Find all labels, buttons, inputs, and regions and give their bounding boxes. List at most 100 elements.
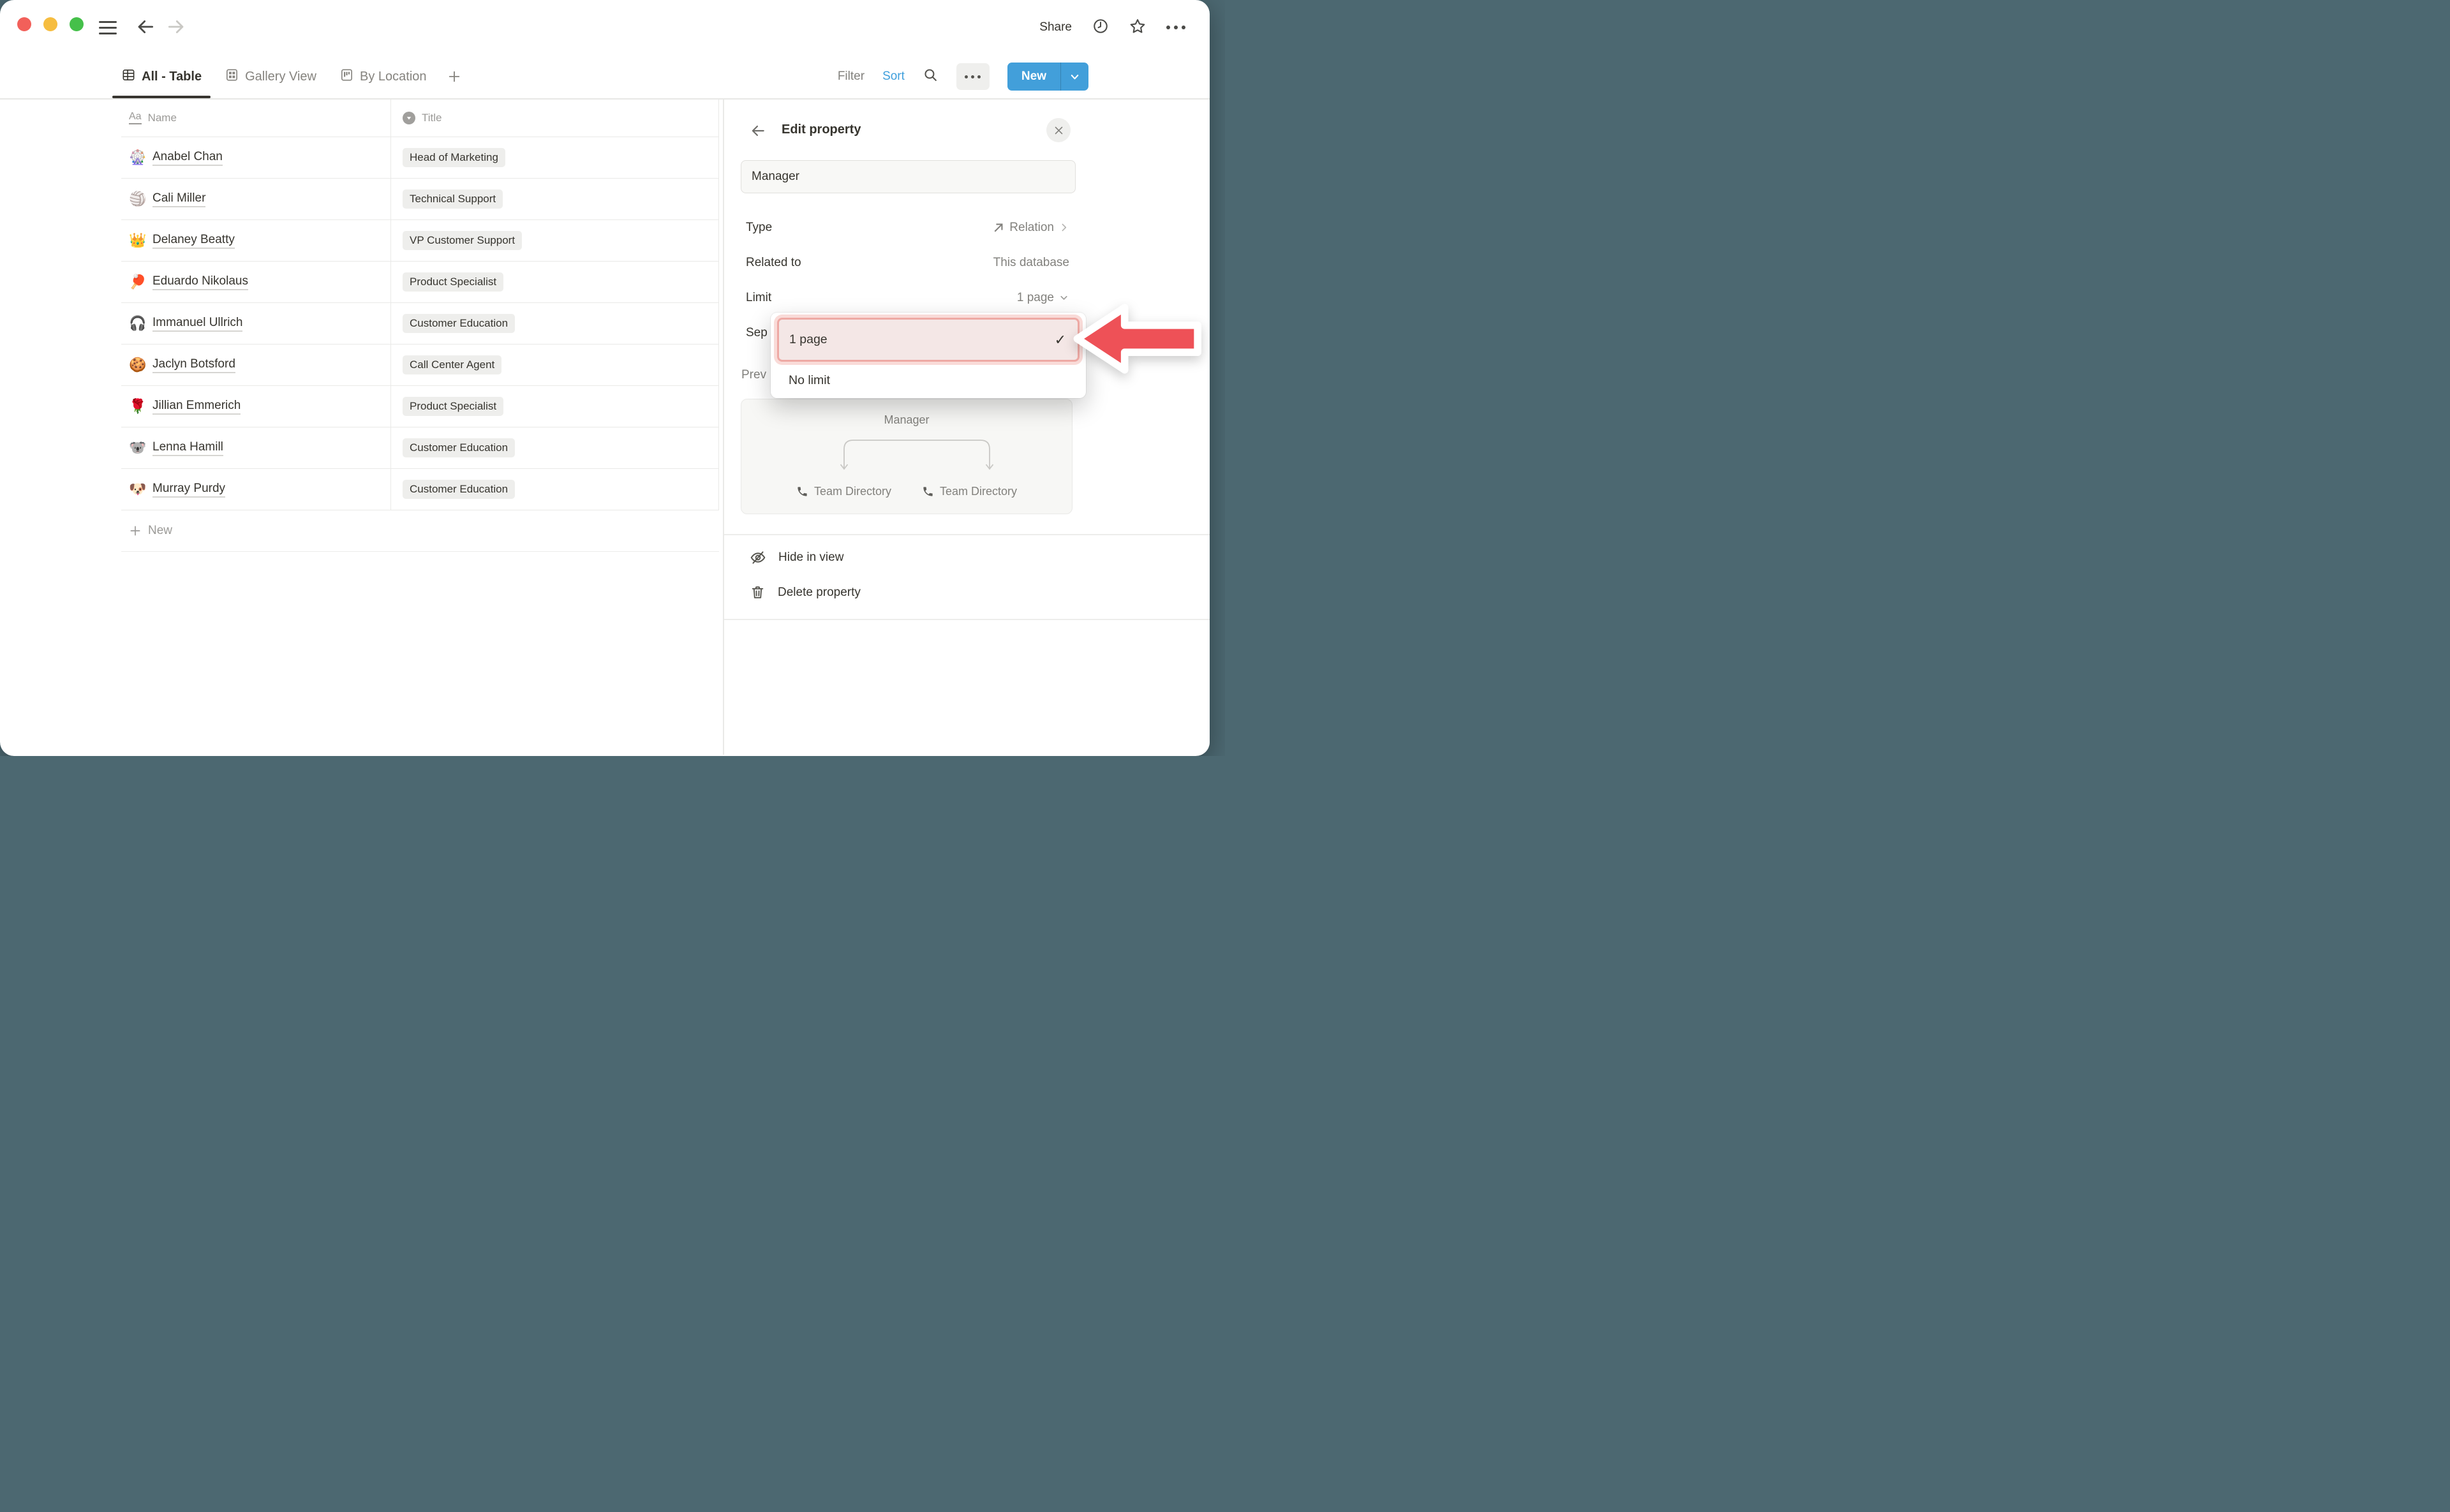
new-button-label[interactable]: New [1007, 63, 1060, 91]
title-cell[interactable]: Call Center Agent [390, 345, 719, 385]
hide-in-view-button[interactable]: Hide in view [750, 540, 1081, 575]
title-cell[interactable]: Head of Marketing [390, 137, 719, 178]
title-cell[interactable]: Technical Support [390, 179, 719, 219]
person-name[interactable]: Jillian Emmerich [152, 399, 241, 415]
board-view-icon [339, 68, 354, 86]
row-emoji: 🍪 [129, 357, 145, 373]
sort-button[interactable]: Sort [882, 70, 905, 84]
property-name-input[interactable] [741, 160, 1076, 193]
tab-by-location[interactable]: By Location [330, 55, 436, 98]
name-cell[interactable]: 🎧 Immanuel Ullrich [121, 303, 390, 344]
table-view-icon [121, 68, 136, 86]
person-name[interactable]: Lenna Hamill [152, 440, 223, 456]
property-type-row[interactable]: Type Relation [746, 210, 1069, 245]
table-row: 👑Delaney Beatty VP Customer Support [121, 220, 719, 262]
person-name[interactable]: Cali Miller [152, 191, 205, 207]
relation-arrow-icon [992, 221, 1005, 234]
panel-close-icon[interactable] [1046, 118, 1071, 142]
name-cell[interactable]: 👑Delaney Beatty [121, 220, 390, 261]
minimize-window-button[interactable] [43, 17, 57, 31]
filter-button[interactable]: Filter [838, 70, 865, 84]
title-cell[interactable]: Product Specialist [390, 262, 719, 302]
panel-divider [724, 534, 1210, 535]
panel-title: Edit property [782, 122, 861, 137]
row-emoji: 🎧 [129, 315, 145, 332]
sidebar-menu-icon[interactable] [99, 19, 117, 36]
share-button[interactable]: Share [1039, 20, 1072, 34]
name-cell[interactable]: 🌹 Jillian Emmerich [121, 386, 390, 427]
title-cell[interactable]: Customer Education [390, 469, 719, 510]
preview-parent-label: Manager [741, 413, 1072, 427]
row-label: Limit [746, 291, 771, 305]
title-badge: Customer Education [403, 314, 515, 333]
view-options-icon[interactable] [956, 63, 990, 90]
title-cell[interactable]: Product Specialist [390, 386, 719, 427]
title-cell[interactable]: Customer Education [390, 303, 719, 344]
title-cell[interactable]: VP Customer Support [390, 220, 719, 261]
name-cell[interactable]: 🐨 Lenna Hamill [121, 427, 390, 468]
add-view-icon[interactable] [441, 55, 468, 98]
tab-label: All - Table [142, 70, 202, 84]
name-cell[interactable]: 🐶Murray Purdy [121, 469, 390, 510]
title-badge: Product Specialist [403, 272, 503, 292]
person-name[interactable]: Jaclyn Botsford [152, 357, 235, 373]
more-options-icon[interactable] [1166, 26, 1185, 29]
new-record-button[interactable]: New [1007, 63, 1088, 91]
property-limit-row[interactable]: Limit 1 page [746, 280, 1069, 315]
column-header-title[interactable]: Title [390, 100, 719, 137]
row-emoji: 🐨 [129, 440, 145, 456]
add-row-button[interactable]: New [121, 510, 719, 552]
limit-dropdown-menu: 1 page ✓ No limit [771, 313, 1086, 398]
row-emoji: 🏓 [129, 274, 145, 290]
title-badge: Product Specialist [403, 397, 503, 416]
name-cell[interactable]: 🍪 Jaclyn Botsford [121, 345, 390, 385]
trash-icon [750, 584, 766, 600]
title-cell[interactable]: Customer Education [390, 427, 719, 468]
title-badge: Customer Education [403, 480, 515, 499]
back-arrow-icon[interactable] [135, 17, 156, 37]
chevron-right-icon [1058, 222, 1069, 233]
row-value: Relation [1009, 221, 1054, 235]
phone-icon [922, 485, 934, 498]
row-emoji: 🌹 [129, 398, 145, 415]
tab-all-table[interactable]: All - Table [112, 55, 211, 98]
delete-property-button[interactable]: Delete property [750, 575, 1081, 610]
panel-divider [724, 619, 1210, 620]
eye-off-icon [750, 549, 766, 566]
row-value: This database [993, 256, 1069, 270]
column-label: Title [422, 112, 442, 124]
property-related-row[interactable]: Related to This database [746, 245, 1069, 280]
name-cell[interactable]: 🏓 Eduardo Nikolaus [121, 262, 390, 302]
name-cell[interactable]: 🎡 Anabel Chan [121, 137, 390, 178]
forward-arrow-icon[interactable] [166, 17, 186, 37]
person-name[interactable]: Murray Purdy [152, 482, 225, 498]
view-tabbar: All - Table Gallery View By Location [0, 55, 1210, 100]
edit-property-panel: Edit property Type Relation [723, 100, 1210, 755]
search-icon[interactable] [923, 67, 939, 86]
person-name[interactable]: Anabel Chan [152, 150, 223, 166]
column-label: Name [148, 112, 177, 124]
row-emoji: 🎡 [129, 149, 145, 166]
column-header-name[interactable]: Aa Name [121, 100, 390, 137]
close-window-button[interactable] [17, 17, 31, 31]
select-type-icon [403, 112, 415, 124]
app-window: Share All - Table [0, 0, 1210, 756]
dropdown-option-no-limit[interactable]: No limit [777, 366, 1080, 395]
preview-label-fragment: Prev [741, 368, 766, 382]
person-name[interactable]: Eduardo Nikolaus [152, 274, 248, 290]
favorite-star-icon[interactable] [1129, 18, 1146, 38]
person-name[interactable]: Delaney Beatty [152, 233, 235, 249]
person-name[interactable]: Immanuel Ullrich [152, 316, 242, 332]
tab-gallery-view[interactable]: Gallery View [216, 55, 325, 98]
title-badge: Technical Support [403, 189, 503, 209]
name-cell[interactable]: 🏐Cali Miller [121, 179, 390, 219]
option-label: 1 page [789, 332, 828, 347]
chevron-down-icon [1058, 292, 1069, 303]
dropdown-option-1-page[interactable]: 1 page ✓ [777, 318, 1080, 362]
updates-clock-icon[interactable] [1092, 18, 1109, 38]
new-button-chevron-icon[interactable] [1060, 63, 1088, 91]
panel-back-arrow-icon[interactable] [750, 122, 766, 142]
table-row: 🏐Cali Miller Technical Support [121, 179, 719, 220]
table-row: 🌹 Jillian Emmerich Product Specialist [121, 386, 719, 427]
zoom-window-button[interactable] [70, 17, 84, 31]
